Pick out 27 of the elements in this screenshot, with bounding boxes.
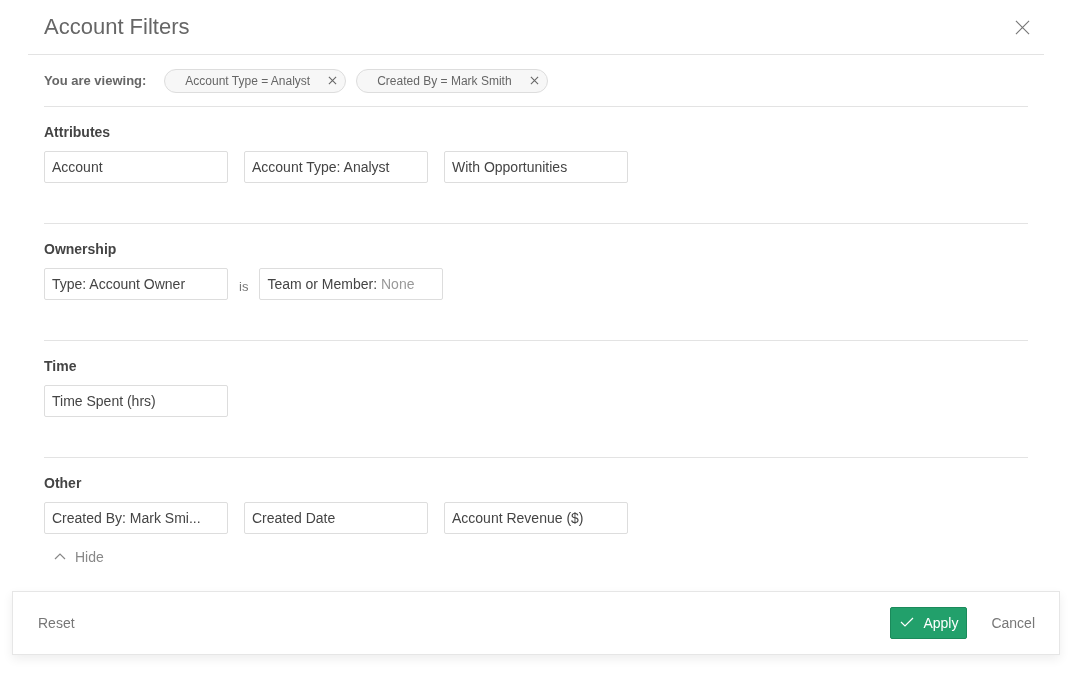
section-title: Attributes: [44, 124, 112, 142]
remove-chip-button[interactable]: [328, 76, 338, 85]
section-title: Other: [44, 475, 83, 493]
filter-field[interactable]: Account Revenue ($): [444, 502, 628, 534]
filter-field[interactable]: Account Type: Analyst: [244, 151, 428, 183]
close-icon: [1015, 19, 1030, 35]
hide-toggle[interactable]: Hide: [54, 547, 104, 567]
viewing-label: You are viewing:: [44, 73, 147, 88]
cancel-button[interactable]: Cancel: [991, 615, 1035, 631]
section-title: Ownership: [44, 241, 118, 259]
filter-field[interactable]: Account: [44, 151, 228, 183]
chip-label: Account Type = Analyst: [185, 73, 311, 88]
remove-chip-button[interactable]: [529, 76, 539, 85]
filter-field[interactable]: Created By: Mark Smi...: [44, 502, 228, 534]
filter-field[interactable]: Type: Account Owner: [44, 268, 228, 300]
filter-field[interactable]: Time Spent (hrs): [44, 385, 228, 417]
chip-label: Created By = Mark Smith: [377, 73, 512, 88]
dialog-title: Account Filters: [44, 14, 190, 40]
section-title: Time: [44, 358, 78, 376]
reset-button[interactable]: Reset: [38, 615, 75, 631]
close-button[interactable]: [1015, 19, 1030, 35]
filter-field[interactable]: Created Date: [244, 502, 428, 534]
filter-field[interactable]: With Opportunities: [444, 151, 628, 183]
connector-text: is: [239, 278, 249, 294]
filter-field[interactable]: Team or Member: None: [259, 268, 444, 300]
close-icon: [529, 76, 539, 85]
close-icon: [328, 76, 338, 85]
